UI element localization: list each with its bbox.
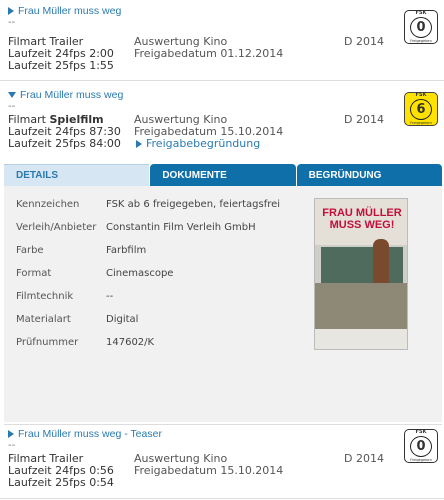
runtime-25fps: Laufzeit 25fps 1:55: [8, 59, 114, 72]
runtime-25fps: Laufzeit 25fps 0:54: [8, 476, 114, 489]
detail-value: Digital: [106, 314, 139, 325]
detail-key: Prüfnummer: [16, 337, 79, 348]
entry-title-row[interactable]: Frau Müller muss weg: [4, 88, 442, 102]
country-year: D 2014: [344, 113, 384, 126]
detail-row: Prüfnummer 147602/K: [16, 336, 276, 350]
divider: [0, 80, 444, 81]
tab-details[interactable]: DETAILS: [4, 164, 150, 186]
movie-poster[interactable]: FRAU MÜLLER MUSS WEG!: [314, 198, 408, 350]
poster-crowd: [315, 283, 407, 329]
fsk-6-badge-icon: FSK 6 Freigegeben: [404, 92, 438, 126]
detail-value: 147602/K: [106, 337, 155, 348]
fsk-number: 0: [410, 17, 432, 38]
detail-row: Kennzeichen FSK ab 6 freigegeben, feiert…: [16, 198, 281, 212]
detail-value: Cinemascope: [106, 268, 174, 279]
fsk-number: 6: [410, 99, 432, 120]
country-year: D 2014: [344, 35, 384, 48]
divider: [0, 498, 444, 499]
entry-title-row[interactable]: Frau Müller muss weg - Teaser: [4, 427, 442, 441]
release-date: Freigabedatum 15.10.2014: [134, 464, 284, 477]
entry-title-link[interactable]: Frau Müller muss weg: [20, 89, 123, 101]
detail-value: FSK ab 6 freigegeben, feiertagsfrei: [106, 199, 281, 210]
detail-key: Materialart: [16, 314, 71, 325]
details-panel: Kennzeichen FSK ab 6 freigegeben, feiert…: [4, 186, 442, 422]
fsk-number: 0: [410, 436, 432, 457]
detail-row: Filmtechnik --: [16, 290, 276, 304]
detail-row: Materialart Digital: [16, 313, 276, 327]
fsk-label: FSK: [415, 92, 427, 98]
poster-title: FRAU MÜLLER MUSS WEG!: [322, 207, 402, 231]
entry-title-link[interactable]: Frau Müller muss weg: [18, 5, 121, 17]
poster-credits: [315, 329, 407, 349]
detail-row: Farbe Farbfilm: [16, 244, 276, 258]
detail-value: Farbfilm: [106, 245, 147, 256]
fsk-sub: Freigegeben: [410, 458, 432, 462]
entry-title-link[interactable]: Frau Müller muss weg - Teaser: [18, 428, 162, 440]
rating-reason-label[interactable]: Freigabebegründung: [146, 138, 260, 150]
triangle-right-icon: [136, 140, 142, 148]
fsk-label: FSK: [415, 10, 427, 16]
detail-value: Constantin Film Verleih GmbH: [106, 222, 256, 233]
detail-key: Filmtechnik: [16, 291, 74, 302]
release-date: Freigabedatum 01.12.2014: [134, 47, 284, 60]
detail-key: Farbe: [16, 245, 44, 256]
fsk-0-badge-icon: FSK 0 Freigegeben: [404, 10, 438, 44]
entry-title-row[interactable]: Frau Müller muss weg: [4, 4, 442, 18]
detail-tabs: DETAILS DOKUMENTE BEGRÜNDUNG: [4, 164, 442, 186]
fsk-label: FSK: [415, 429, 427, 435]
poster-chalkboard: [321, 247, 403, 283]
country-year: D 2014: [344, 452, 384, 465]
film-entry-teaser: Frau Müller muss weg - Teaser -- Filmart…: [4, 424, 442, 500]
detail-row: Format Cinemascope: [16, 267, 276, 281]
tab-dokumente[interactable]: DOKUMENTE: [150, 164, 296, 186]
triangle-down-icon[interactable]: [8, 92, 16, 98]
fsk-sub: Freigegeben: [410, 121, 432, 125]
triangle-right-icon[interactable]: [8, 430, 14, 438]
detail-key: Format: [16, 268, 52, 279]
detail-key: Kennzeichen: [16, 199, 80, 210]
triangle-right-icon[interactable]: [8, 7, 14, 15]
detail-row: Verleih/Anbieter Constantin Film Verleih…: [16, 221, 276, 235]
fsk-sub: Freigegeben: [410, 39, 432, 43]
detail-value: --: [106, 291, 114, 302]
runtime-25fps: Laufzeit 25fps 84:00: [8, 137, 121, 150]
tab-begruendung[interactable]: BEGRÜNDUNG: [296, 164, 442, 186]
rating-reason-link[interactable]: Freigabebegründung: [134, 138, 354, 150]
entry-subtitle: --: [8, 17, 16, 28]
detail-key: Verleih/Anbieter: [16, 222, 97, 233]
fsk-0-badge-icon: FSK 0 Freigegeben: [404, 429, 438, 463]
film-entry-trailer: Frau Müller muss weg -- Filmart Trailer …: [4, 4, 442, 82]
